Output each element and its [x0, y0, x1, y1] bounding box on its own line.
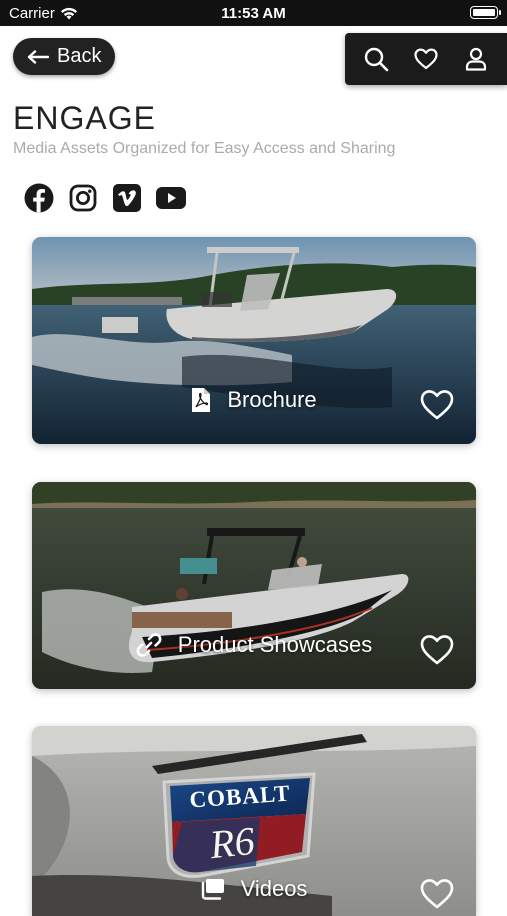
vimeo-link[interactable] [112, 183, 142, 213]
facebook-link[interactable] [24, 183, 54, 213]
battery-icon [470, 6, 501, 19]
instagram-link[interactable] [68, 183, 98, 213]
back-label: Back [57, 45, 102, 67]
product-showcases-label-row: Product Showcases [32, 632, 476, 658]
favorites-button[interactable] [409, 42, 443, 76]
status-bar: Carrier 11:53 AM [0, 0, 507, 26]
user-icon [465, 47, 487, 71]
videos-label-row: Videos [32, 876, 476, 902]
product-showcases-favorite-heart-icon[interactable] [420, 634, 454, 666]
search-button[interactable] [359, 42, 393, 76]
brochure-label-row: Brochure [32, 387, 476, 413]
videos-card[interactable]: COBALT R6 Videos [32, 726, 476, 916]
facebook-icon [24, 183, 54, 213]
back-button[interactable]: Back [13, 38, 115, 75]
product-showcases-title: Product Showcases [177, 632, 373, 657]
videos-favorite-heart-icon[interactable] [420, 878, 454, 910]
youtube-link[interactable] [156, 183, 186, 213]
link-icon [136, 633, 162, 657]
search-icon [364, 47, 389, 72]
youtube-icon [156, 187, 186, 209]
heart-icon [414, 48, 438, 70]
instagram-icon [69, 184, 97, 212]
page-title: ENGAGE [13, 100, 156, 136]
action-bar [345, 33, 507, 85]
arrow-left-icon [27, 49, 49, 64]
page-subtitle: Media Assets Organized for Easy Access a… [13, 140, 396, 157]
clock: 11:53 AM [221, 5, 286, 22]
brochure-favorite-heart-icon[interactable] [420, 389, 454, 421]
pdf-icon [192, 388, 211, 412]
video-library-icon [201, 879, 224, 900]
vimeo-icon [113, 184, 141, 212]
brochure-card[interactable]: Brochure [32, 237, 476, 444]
cobalt-model-text: R6 [207, 817, 257, 868]
brochure-title: Brochure [227, 387, 317, 412]
social-links [24, 183, 186, 213]
videos-title: Videos [240, 876, 308, 901]
account-button[interactable] [459, 42, 493, 76]
product-showcases-card[interactable]: Product Showcases [32, 482, 476, 689]
